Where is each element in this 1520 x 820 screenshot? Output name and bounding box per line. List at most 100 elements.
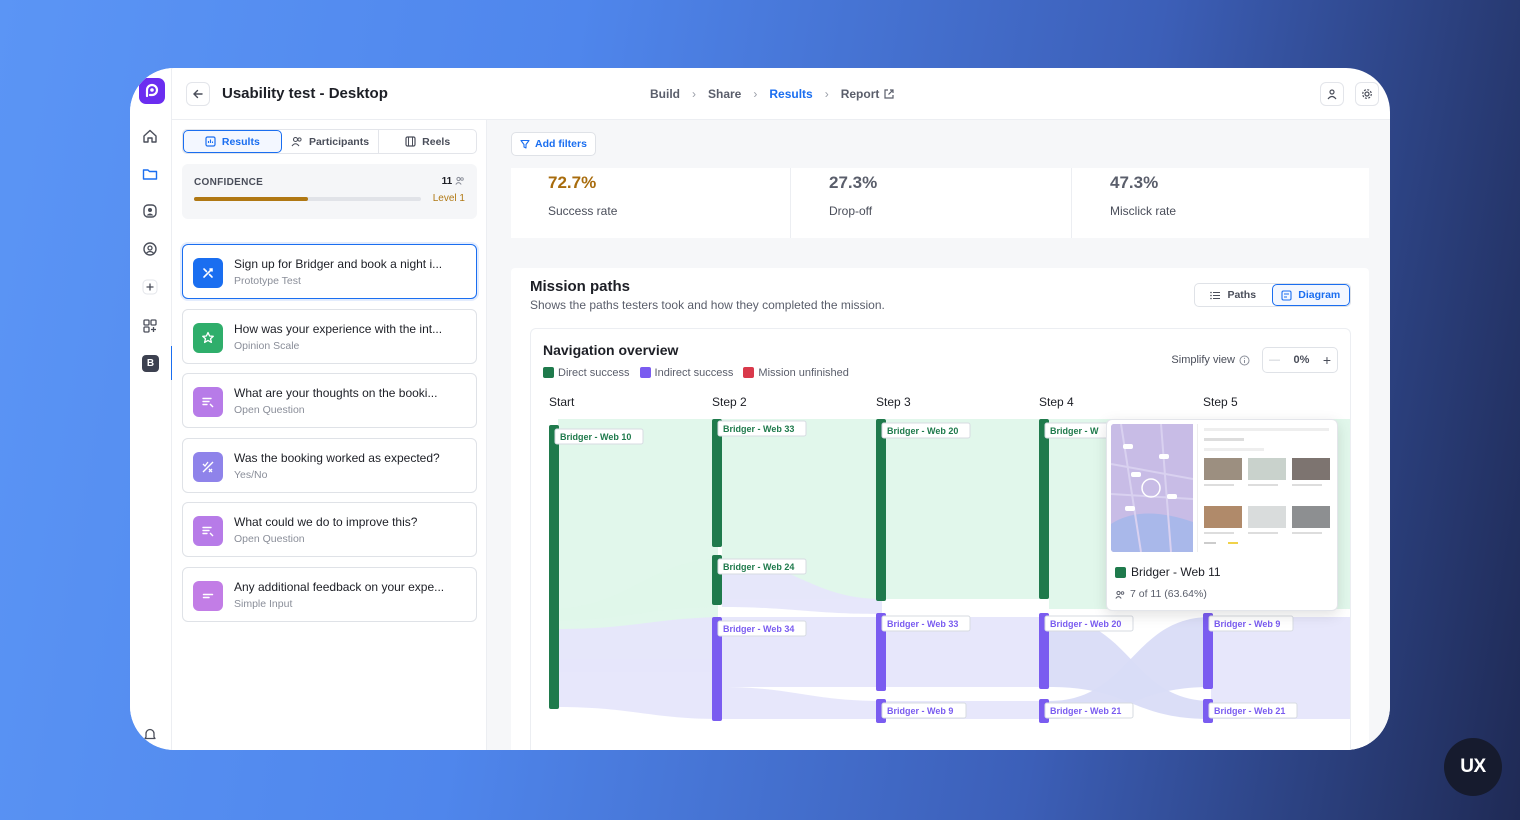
step-header: Step 3 — [876, 395, 911, 409]
participants-icon — [1115, 590, 1125, 599]
legend-swatch — [743, 367, 755, 378]
question-title: Sign up for Bridger and book a night i..… — [234, 257, 443, 271]
legend-label: Mission unfinished — [758, 367, 849, 379]
bell-icon[interactable] — [140, 724, 160, 744]
profile-icon[interactable] — [140, 239, 160, 259]
question-card[interactable]: How was your experience with the int... O… — [182, 308, 477, 364]
decrement-button[interactable]: — — [1269, 354, 1280, 366]
open-question-icon — [193, 387, 223, 417]
divider — [790, 168, 791, 238]
question-card[interactable]: What could we do to improve this? Open Qu… — [182, 502, 477, 557]
add-filters-button[interactable]: Add filters — [511, 132, 596, 156]
top-header: Usability test - Desktop Build › Share ›… — [172, 68, 1390, 120]
simplify-stepper[interactable]: — 0% + — [1262, 347, 1338, 373]
question-card[interactable]: Any additional feedback on your expe... S… — [182, 566, 477, 622]
confidence-bar — [194, 197, 421, 201]
direct-success-swatch — [1115, 566, 1126, 578]
yes-no-icon — [193, 451, 223, 482]
question-type: Open Question — [234, 404, 305, 416]
crumb-build[interactable]: Build — [650, 87, 680, 101]
tab-results[interactable]: Results — [183, 130, 282, 153]
stat-label: Drop-off — [829, 204, 873, 218]
node-bar — [549, 425, 559, 709]
node-label: Bridger - Web 21 — [1050, 706, 1121, 716]
share-user-button[interactable] — [1320, 82, 1344, 106]
node-bar — [712, 419, 722, 547]
results-main: Add filters 72.7% Success rate 27.3% Dro… — [487, 120, 1390, 750]
participants-icon — [455, 176, 464, 185]
flow-band — [886, 419, 1045, 599]
crumb-results[interactable]: Results — [769, 87, 812, 101]
external-link-icon — [884, 89, 894, 99]
simple-input-icon — [193, 580, 223, 611]
question-type: Open Question — [234, 533, 305, 545]
node-label: Bridger - Web 20 — [1050, 619, 1121, 629]
question-type: Prototype Test — [234, 275, 301, 287]
chevron-right-icon: › — [753, 87, 758, 101]
mission-paths-card: Mission paths Shows the paths testers to… — [511, 268, 1369, 750]
node-label: Bridger - Web 24 — [723, 562, 794, 572]
tab-participants[interactable]: Participants — [282, 130, 380, 153]
legend-swatch — [639, 367, 651, 378]
list-icon — [1210, 291, 1221, 299]
stat-value: 72.7% — [548, 173, 597, 192]
questions-panel: Results Participants Reels CONFIDENCE 11… — [172, 120, 487, 750]
navigation-title: Navigation overview — [543, 342, 679, 358]
map-image — [1111, 424, 1193, 552]
participant-count: 11 — [442, 176, 465, 187]
add-icon[interactable] — [140, 277, 160, 297]
ux-badge: UX — [1444, 738, 1502, 796]
diagram-view-button[interactable]: Diagram — [1271, 284, 1350, 306]
add-filters-label: Add filters — [535, 138, 587, 150]
flow-band — [722, 687, 882, 719]
paths-view-label: Paths — [1227, 289, 1257, 301]
folder-icon[interactable] — [140, 164, 160, 184]
mission-paths-title: Mission paths — [530, 278, 631, 295]
crumb-share[interactable]: Share — [708, 87, 741, 101]
question-card[interactable]: Sign up for Bridger and book a night i..… — [182, 244, 477, 299]
workspace-avatar[interactable]: B — [142, 355, 159, 372]
step-header: Step 2 — [712, 395, 747, 409]
page-thumbnail-image — [1198, 424, 1335, 552]
breadcrumb: Build › Share › Results › Report — [650, 87, 895, 101]
legend-swatch — [543, 367, 554, 378]
results-tabs: Results Participants Reels — [182, 129, 477, 154]
back-button[interactable] — [186, 82, 210, 106]
app-logo[interactable] — [139, 78, 165, 104]
prototype-icon — [193, 258, 223, 288]
legend-item: Direct success — [543, 367, 630, 379]
apps-icon[interactable] — [140, 316, 160, 336]
node-label: Bridger - Web 21 — [1214, 706, 1285, 716]
question-card[interactable]: Was the booking worked as expected? Yes/N… — [182, 437, 477, 493]
page-thumbnail — [1197, 424, 1335, 552]
paths-view-button[interactable]: Paths — [1195, 284, 1272, 306]
question-title: Any additional feedback on your expe... — [234, 579, 445, 594]
question-type: Opinion Scale — [234, 339, 300, 352]
node-label: Bridger - Web 10 — [560, 432, 631, 442]
stats-row: 72.7% Success rate 27.3% Drop-off 47.3% … — [511, 168, 1369, 238]
info-icon[interactable] — [1239, 355, 1250, 366]
users-icon[interactable] — [140, 201, 160, 221]
crumb-report[interactable]: Report — [841, 87, 896, 101]
question-type: Yes/No — [234, 468, 268, 481]
legend-label: Direct success — [558, 367, 630, 379]
node-label: Bridger - Web 9 — [1214, 619, 1280, 629]
stat-label: Misclick rate — [1110, 204, 1177, 218]
view-toggle: Paths Diagram — [1194, 283, 1351, 307]
results-icon — [205, 136, 216, 147]
question-card[interactable]: What are your thoughts on the booki... Op… — [182, 373, 477, 428]
tab-reels[interactable]: Reels — [379, 130, 476, 153]
diagram-icon — [1281, 289, 1292, 301]
home-icon[interactable] — [140, 126, 160, 146]
tab-reels-label: Reels — [422, 135, 451, 148]
confidence-label: CONFIDENCE — [194, 177, 264, 188]
gear-icon — [1362, 89, 1372, 99]
increment-button[interactable]: + — [1323, 352, 1331, 368]
step-header: Step 4 — [1039, 395, 1074, 409]
tab-results-label: Results — [221, 135, 260, 148]
settings-button[interactable] — [1355, 82, 1379, 106]
participant-count-value: 11 — [441, 176, 453, 187]
node-label: Bridger - Web 33 — [723, 424, 794, 434]
question-title: What could we do to improve this? — [234, 515, 418, 529]
tooltip-node-label: Bridger - Web 11 — [1115, 565, 1221, 579]
